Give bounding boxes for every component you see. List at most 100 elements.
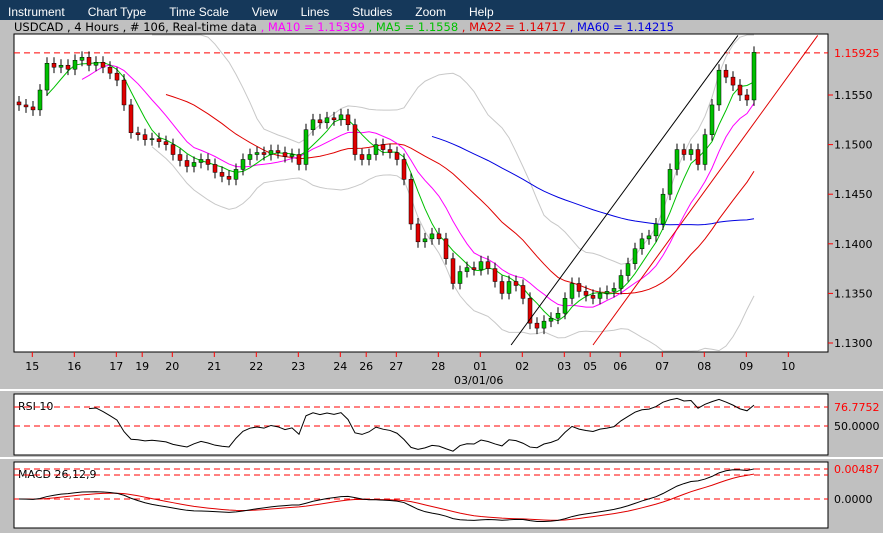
y-tick-label: 1.1350 — [834, 287, 873, 300]
x-tick-label: 17 — [109, 360, 123, 373]
candle — [254, 152, 260, 155]
x-tick-label: 05 — [583, 360, 597, 373]
candle — [401, 159, 407, 180]
candle — [590, 295, 596, 299]
candle — [443, 238, 449, 259]
candle — [30, 106, 36, 111]
x-tick-label: 15 — [25, 360, 39, 373]
candle — [583, 291, 589, 296]
candle — [366, 154, 372, 160]
date-label: 03/01/06 — [454, 374, 503, 387]
candle — [268, 150, 274, 155]
candle — [660, 193, 666, 225]
candle — [492, 268, 498, 282]
candle — [597, 293, 603, 299]
candle — [114, 72, 120, 81]
candle — [646, 235, 652, 240]
candle — [303, 129, 309, 165]
candle — [275, 150, 281, 153]
candle — [177, 154, 183, 161]
candle — [44, 63, 50, 91]
candle — [149, 138, 155, 140]
candle — [457, 271, 463, 284]
candle — [667, 169, 673, 195]
candle — [58, 64, 64, 68]
candle — [156, 138, 162, 142]
candle — [23, 104, 29, 108]
candle — [562, 298, 568, 314]
candle — [520, 285, 526, 299]
x-tick-label: 21 — [207, 360, 221, 373]
x-tick-label: 26 — [359, 360, 373, 373]
candle — [499, 281, 505, 294]
candle — [485, 261, 491, 269]
candle — [352, 124, 358, 155]
y-tick-label: 1.1500 — [834, 139, 873, 152]
candle — [310, 119, 316, 130]
candle — [51, 63, 57, 68]
candle — [345, 114, 351, 126]
candle — [240, 159, 246, 170]
candle — [324, 117, 330, 124]
x-tick-label: 02 — [515, 360, 529, 373]
candle — [65, 64, 71, 70]
candle — [205, 159, 211, 165]
candle — [184, 160, 190, 167]
candle — [555, 312, 561, 319]
y-tick-label: 1.1300 — [834, 337, 873, 350]
candle — [72, 60, 78, 70]
candle — [541, 320, 547, 329]
chart-canvas[interactable]: 1.1300 1.1350 1.1400 1.1450 1.1500 1.1550 1.15… — [0, 0, 883, 533]
candle — [338, 114, 344, 121]
candle — [534, 322, 540, 329]
candle — [464, 267, 470, 272]
x-tick-label: 08 — [697, 360, 711, 373]
candle — [576, 283, 582, 292]
candle — [506, 281, 512, 294]
candle — [261, 152, 267, 155]
last-price-label: 1.15925 — [834, 47, 880, 60]
candle — [170, 144, 176, 155]
candle — [415, 223, 421, 243]
candle — [135, 132, 141, 135]
candle — [247, 154, 253, 160]
candle — [37, 89, 43, 111]
candle — [86, 57, 92, 66]
x-tick-label: 09 — [739, 360, 753, 373]
x-tick-label: 23 — [291, 360, 305, 373]
x-tick-label: 22 — [249, 360, 263, 373]
candle — [625, 263, 631, 276]
candle — [716, 69, 722, 106]
candle — [296, 154, 302, 165]
x-tick-label: 20 — [165, 360, 179, 373]
y-tick-label: 1.1450 — [834, 188, 873, 201]
y-tick-label: 1.1400 — [834, 238, 873, 251]
candle — [128, 104, 134, 133]
candle — [107, 66, 113, 74]
x-tick-label: 24 — [333, 360, 347, 373]
candle — [618, 275, 624, 289]
candle — [317, 119, 323, 124]
candle — [478, 261, 484, 270]
candle — [471, 267, 477, 270]
candle — [289, 154, 295, 157]
candle — [359, 154, 365, 160]
candle — [702, 134, 708, 165]
candle — [695, 149, 701, 165]
candle — [226, 176, 232, 180]
x-tick-label: 06 — [613, 360, 627, 373]
candle — [674, 149, 680, 170]
candle — [723, 69, 729, 78]
candle — [429, 233, 435, 240]
x-tick-label: 07 — [655, 360, 669, 373]
x-tick-label: 16 — [67, 360, 81, 373]
rsi-panel[interactable] — [13, 393, 829, 456]
rsi-ref-label: 50.0000 — [834, 420, 880, 433]
candle — [387, 149, 393, 153]
candle — [233, 169, 239, 180]
candle — [569, 283, 575, 299]
candle — [380, 144, 386, 150]
macd-ref-label: 0.0000 — [834, 493, 873, 506]
x-tick-label: 03 — [557, 360, 571, 373]
candle — [688, 149, 694, 155]
